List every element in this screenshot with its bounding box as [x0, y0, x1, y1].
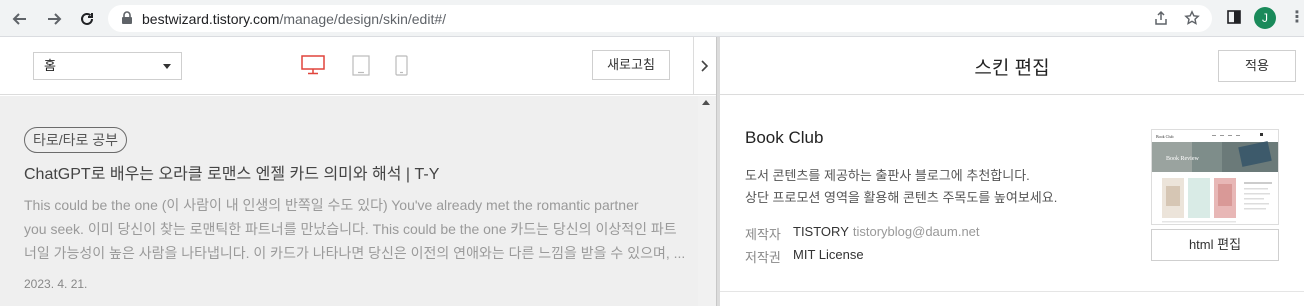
reload-icon[interactable]: [75, 7, 99, 31]
license-label: 저작권: [745, 250, 781, 265]
forward-arrow-icon[interactable]: [42, 7, 66, 31]
tablet-icon[interactable]: [352, 55, 370, 82]
mobile-icon[interactable]: [395, 55, 409, 82]
kebab-menu-icon[interactable]: ⋮: [1289, 9, 1304, 27]
refresh-button[interactable]: 새로고침: [592, 50, 670, 80]
url-path: /manage/design/skin/edit#/: [279, 11, 447, 27]
skin-description-line: 상단 프로모션 영역을 활용해 콘텐츠 주목도를 높여보세요.: [745, 190, 1058, 205]
preview-scrollbar[interactable]: [698, 96, 716, 306]
skin-panel-header: 스킨 편집 적용: [720, 37, 1304, 95]
excerpt-line: 너일 가능성이 높은 사람을 나타냅니다. 이 카드가 나타나면 당신은 이전의…: [24, 245, 686, 261]
apply-button[interactable]: 적용: [1218, 50, 1296, 82]
maker-label: 제작자: [745, 227, 781, 242]
chevron-down-icon: [163, 64, 171, 69]
profile-avatar[interactable]: J: [1254, 7, 1276, 29]
skin-card: Book Club 도서 콘텐츠를 제공하는 출판사 블로그에 추천합니다. 상…: [720, 96, 1304, 292]
page-select-value: 홈: [44, 58, 56, 73]
skin-description-line: 도서 콘텐츠를 제공하는 출판사 블로그에 추천합니다.: [745, 168, 1030, 183]
address-bar[interactable]: bestwizard.tistory.com/manage/design/ski…: [108, 5, 1212, 32]
thumbnail-banner-text: Book Review: [1166, 156, 1199, 162]
side-panel-icon[interactable]: [1225, 9, 1243, 27]
page-select[interactable]: 홈: [33, 52, 182, 80]
excerpt-line: This could be the one (이 사람이 내 인생의 반쪽일 수…: [24, 197, 639, 213]
html-edit-button[interactable]: html 편집: [1151, 229, 1279, 261]
license-value: MIT License: [793, 247, 864, 262]
skin-name: Book Club: [745, 128, 824, 147]
thumbnail-site-name: Book Club: [1156, 134, 1173, 139]
browser-toolbar: bestwizard.tistory.com/manage/design/ski…: [0, 0, 1304, 37]
category-badge[interactable]: 타로/타로 공부: [24, 127, 128, 153]
star-icon[interactable]: [1183, 10, 1201, 28]
url-text[interactable]: bestwizard.tistory.com/manage/design/ski…: [142, 11, 446, 27]
maker-row: 제작자 TISTORY tistoryblog@daum.net: [745, 224, 980, 243]
maker-name: TISTORY: [793, 224, 849, 239]
post-title[interactable]: ChatGPT로 배우는 오라클 로맨스 엔젤 카드 의미와 해석 | T-Y: [24, 160, 439, 184]
skin-description: 도서 콘텐츠를 제공하는 출판사 블로그에 추천합니다. 상단 프로모션 영역을…: [745, 165, 1057, 209]
chevron-right-icon[interactable]: [693, 37, 716, 95]
scroll-up-arrow-icon[interactable]: [702, 100, 710, 105]
post-excerpt: This could be the one (이 사람이 내 인생의 반쪽일 수…: [24, 193, 686, 265]
maker-value: TISTORY tistoryblog@daum.net: [793, 224, 980, 239]
license-row: 저작권 MIT License: [745, 247, 864, 266]
back-arrow-icon[interactable]: [8, 7, 32, 31]
post-date: 2023. 4. 21.: [24, 277, 88, 291]
panel-title: 스킨 편집: [974, 58, 1050, 79]
url-host: bestwizard.tistory.com: [142, 11, 280, 27]
share-icon[interactable]: [1152, 10, 1170, 28]
preview-toolbar: 홈 새로고침: [0, 37, 716, 95]
maker-email: tistoryblog@daum.net: [852, 224, 980, 239]
desktop-icon[interactable]: [301, 55, 325, 80]
skin-thumbnail: Book Club Book Review: [1151, 129, 1279, 225]
excerpt-line: you seek. 이미 당신이 찾는 로맨틱한 파트너를 만났습니다. Thi…: [24, 221, 677, 237]
lock-icon[interactable]: [120, 11, 134, 25]
